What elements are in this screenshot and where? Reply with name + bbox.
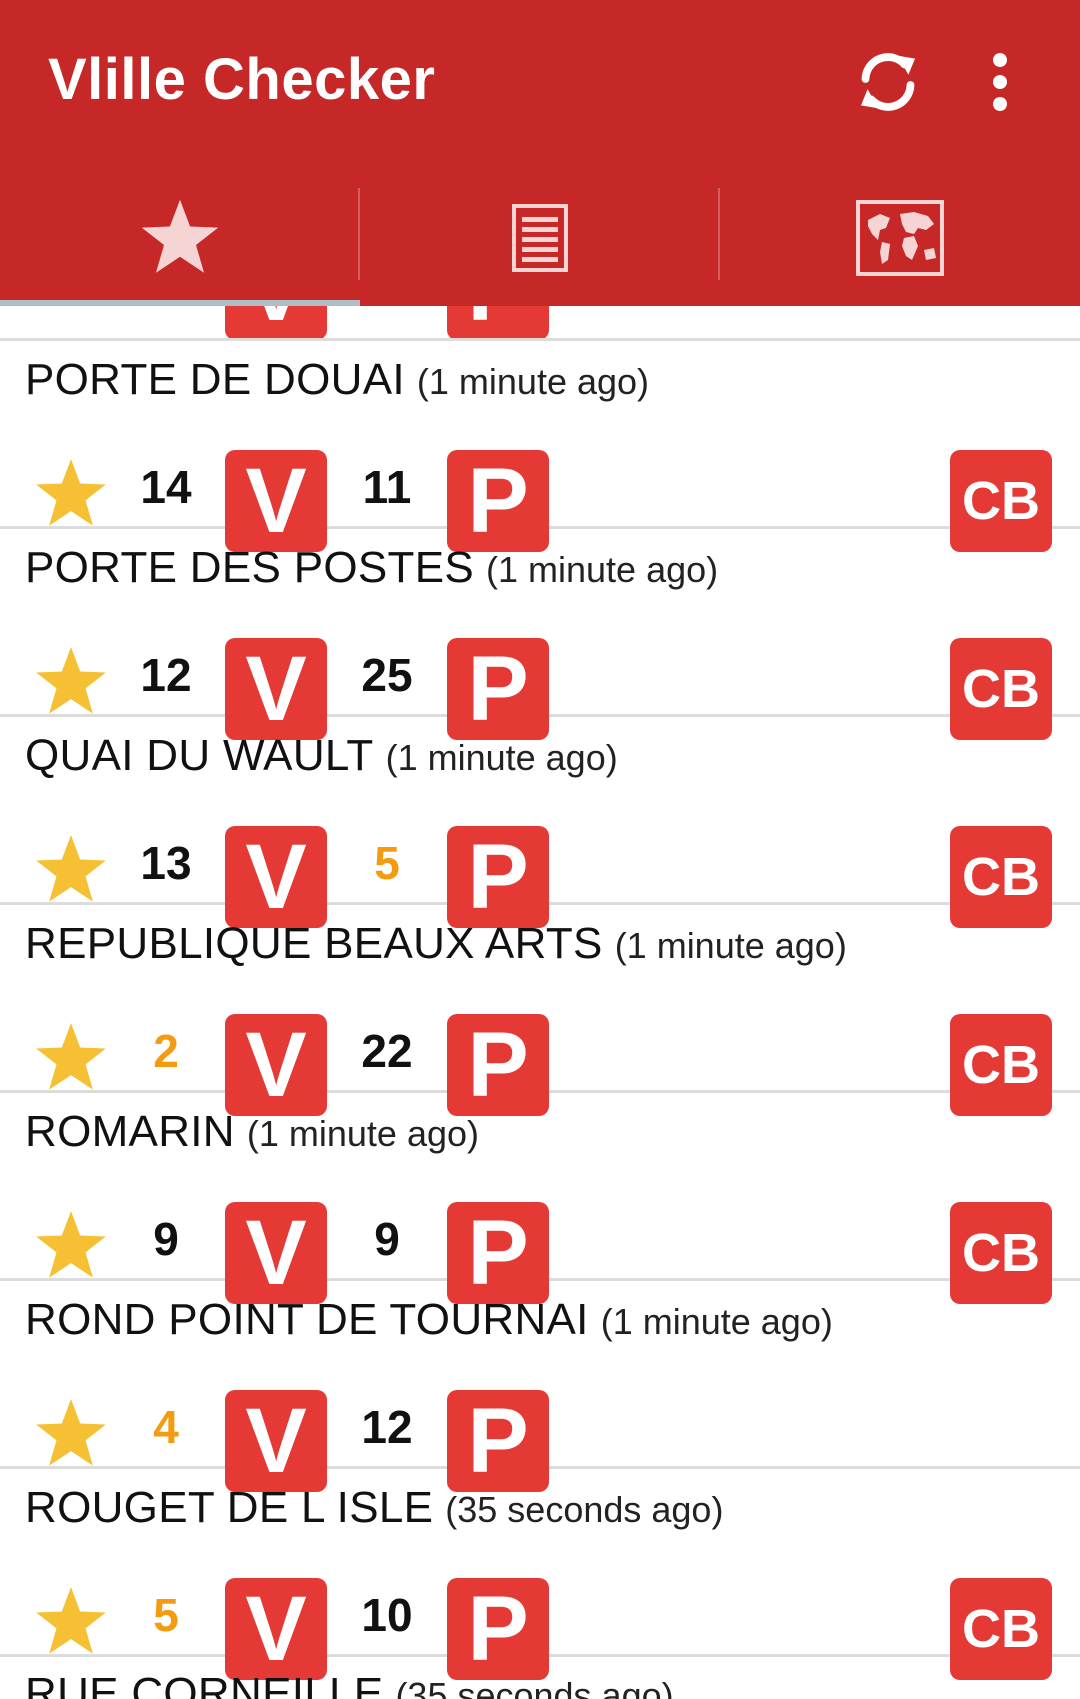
station-name: ROUGET DE L ISLE xyxy=(25,1483,434,1532)
available-places-count: 11 xyxy=(362,461,412,513)
available-places-count: 9 xyxy=(374,1213,400,1265)
list-item[interactable]: ROMARIN (1 minute ago) 9 V 9 P CB xyxy=(0,1093,1080,1304)
available-places-count: 5 xyxy=(374,837,400,889)
list-item[interactable]: REPUBLIQUE BEAUX ARTS (1 minute ago) 2 V … xyxy=(0,905,1080,1116)
station-updated-time: (35 seconds ago) xyxy=(395,1675,674,1699)
station-updated-time: (1 minute ago) xyxy=(416,361,650,402)
bikes-badge: V xyxy=(225,306,327,338)
tab-list[interactable] xyxy=(360,170,720,306)
favorite-star-icon[interactable] xyxy=(33,1208,109,1284)
station-name: QUAI DU WAULT xyxy=(25,731,374,780)
more-vert-icon xyxy=(993,53,1007,111)
available-places-count: 10 xyxy=(361,1589,413,1641)
favorite-star-icon[interactable] xyxy=(33,644,109,720)
app-title: Vlille Checker xyxy=(48,47,436,112)
station-updated-time: (35 seconds ago) xyxy=(445,1489,724,1530)
overflow-menu-button[interactable] xyxy=(970,38,1030,126)
station-updated-time: (1 minute ago) xyxy=(600,1301,833,1342)
favorite-star-icon[interactable] xyxy=(33,1396,109,1472)
station-updated-time: (1 minute ago) xyxy=(246,1113,480,1154)
favorite-star-icon[interactable] xyxy=(33,456,109,532)
favorite-star-icon[interactable] xyxy=(33,1584,109,1660)
star-icon xyxy=(141,199,219,273)
list-item[interactable]: ROND POINT DE TOURNAI (1 minute ago) 4 V … xyxy=(0,1281,1080,1492)
list-icon xyxy=(512,204,568,272)
list-item[interactable]: QUAI DU WAULT (1 minute ago) 13 V 5 P CB xyxy=(0,717,1080,928)
available-places-count: 12 xyxy=(361,1401,413,1453)
available-places-count: 25 xyxy=(361,649,413,701)
favorite-star-icon[interactable] xyxy=(33,1020,109,1096)
station-updated-time: (1 minute ago) xyxy=(385,737,618,778)
station-name: REPUBLIQUE BEAUX ARTS xyxy=(25,919,603,968)
tab-map[interactable] xyxy=(720,170,1080,306)
available-bikes-count: 13 xyxy=(140,837,192,889)
refresh-button[interactable] xyxy=(844,38,932,126)
available-bikes-count: 5 xyxy=(153,1589,179,1641)
station-name: ROND POINT DE TOURNAI xyxy=(25,1295,589,1344)
station-updated-time: (1 minute ago) xyxy=(486,549,719,590)
station-updated-time: (1 minute ago) xyxy=(614,925,847,966)
selected-tab-indicator xyxy=(0,300,360,306)
list-item[interactable]: PORTE DE DOUAI (1 minute ago) 14 V 11 P C… xyxy=(0,341,1080,552)
available-places-count: 22 xyxy=(361,1025,413,1077)
list-item[interactable]: PORTE DES POSTES (1 minute ago) 12 V 25 P… xyxy=(0,529,1080,740)
list-item[interactable]: ROUGET DE L ISLE (35 seconds ago) 5 V 10 … xyxy=(0,1469,1080,1680)
app-bar: Vlille Checker xyxy=(0,0,1080,306)
refresh-icon xyxy=(861,53,915,111)
list-item-partial-bottom[interactable]: RUE CORNEILLE (35 seconds ago) xyxy=(0,1657,1080,1699)
tab-favorites[interactable] xyxy=(0,170,360,306)
available-bikes-count: 14 xyxy=(140,461,192,513)
available-bikes-count: 4 xyxy=(153,1401,179,1453)
station-name: ROMARIN xyxy=(25,1107,235,1156)
station-name: RUE CORNEILLE xyxy=(25,1669,384,1699)
places-badge: P xyxy=(447,306,549,338)
tab-bar xyxy=(0,170,1080,306)
station-list[interactable]: V P PORTE DE DOUAI (1 minute ago) 14 V 11… xyxy=(0,306,1080,1699)
favorite-star-icon[interactable] xyxy=(33,832,109,908)
station-name: PORTE DES POSTES xyxy=(25,543,474,592)
list-item-partial-top[interactable]: V P xyxy=(0,306,1080,341)
available-bikes-count: 9 xyxy=(153,1213,179,1265)
station-name: PORTE DE DOUAI xyxy=(25,355,405,404)
app-screen: Vlille Checker PORTE DE DOUAI (1 minute … xyxy=(0,0,1080,1699)
world-map-icon xyxy=(856,200,944,276)
available-bikes-count: 12 xyxy=(140,649,192,701)
available-bikes-count: 2 xyxy=(153,1025,179,1077)
